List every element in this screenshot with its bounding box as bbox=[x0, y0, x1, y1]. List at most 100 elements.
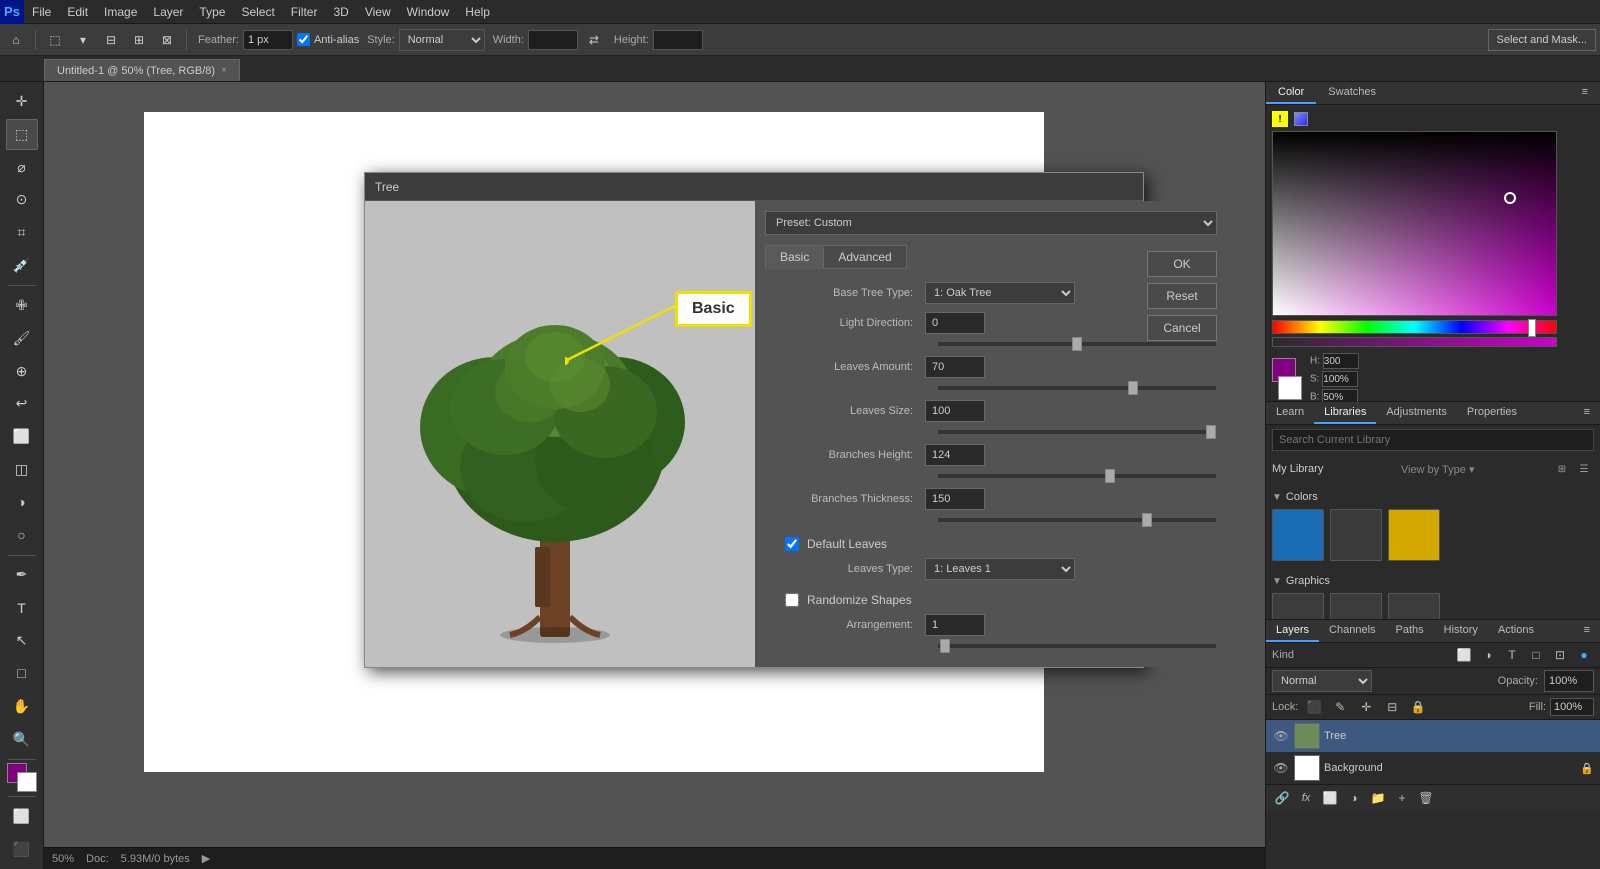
gamut-warning-icon[interactable]: ! bbox=[1272, 111, 1288, 127]
lib-search-input[interactable] bbox=[1272, 429, 1594, 451]
learn-tab[interactable]: Learn bbox=[1266, 402, 1314, 424]
reset-button[interactable]: Reset bbox=[1147, 283, 1217, 309]
stamp-tool[interactable]: ⊕ bbox=[6, 356, 38, 387]
marquee-add-btn[interactable]: ⊞ bbox=[127, 28, 151, 52]
hue-input[interactable] bbox=[1323, 353, 1359, 369]
menu-file[interactable]: File bbox=[24, 0, 59, 23]
libraries-tab[interactable]: Libraries bbox=[1314, 402, 1376, 424]
link-layers-btn[interactable]: 🔗 bbox=[1272, 788, 1292, 808]
fill-input[interactable] bbox=[1550, 698, 1594, 716]
menu-layer[interactable]: Layer bbox=[145, 0, 191, 23]
light-direction-input[interactable] bbox=[925, 312, 985, 334]
zoom-tool[interactable]: 🔍 bbox=[6, 724, 38, 755]
branches-height-slider[interactable] bbox=[937, 473, 1217, 479]
menu-help[interactable]: Help bbox=[457, 0, 498, 23]
color-spectrum[interactable] bbox=[1272, 131, 1557, 316]
lib-graphic-3[interactable] bbox=[1388, 593, 1440, 619]
leaves-type-select[interactable]: 1: Leaves 1 2: Leaves 2 bbox=[925, 558, 1075, 580]
hue-bar[interactable] bbox=[1272, 320, 1557, 334]
lib-graphic-2[interactable] bbox=[1330, 593, 1382, 619]
dialog-tab-basic[interactable]: Basic bbox=[765, 245, 823, 269]
marquee-tool[interactable]: ⬚ bbox=[6, 119, 38, 150]
preset-select[interactable]: Preset: Custom bbox=[765, 211, 1217, 235]
leaves-amount-slider[interactable] bbox=[937, 385, 1217, 391]
menu-type[interactable]: Type bbox=[191, 0, 233, 23]
marquee-option-btn[interactable]: ▾ bbox=[71, 28, 95, 52]
eraser-tool[interactable]: ⬜ bbox=[6, 421, 38, 452]
menu-view[interactable]: View bbox=[357, 0, 399, 23]
history-brush-tool[interactable]: ↩ bbox=[6, 388, 38, 419]
lib-color-gold[interactable] bbox=[1388, 509, 1440, 561]
dialog-title-bar[interactable]: Tree bbox=[365, 173, 1143, 201]
menu-edit[interactable]: Edit bbox=[59, 0, 96, 23]
delete-layer-btn[interactable]: 🗑 bbox=[1416, 788, 1436, 808]
marquee-rect-btn[interactable]: ⬚ bbox=[43, 28, 67, 52]
menu-3d[interactable]: 3D bbox=[325, 0, 356, 23]
lib-color-blue[interactable] bbox=[1272, 509, 1324, 561]
new-adjustment-btn[interactable]: ◑ bbox=[1344, 788, 1364, 808]
opacity-input[interactable] bbox=[1544, 670, 1594, 692]
cancel-button[interactable]: Cancel bbox=[1147, 315, 1217, 341]
gradient-tool[interactable]: ◫ bbox=[6, 454, 38, 485]
blend-mode-select[interactable]: Normal Multiply Screen Overlay bbox=[1272, 670, 1372, 692]
channels-tab[interactable]: Channels bbox=[1319, 620, 1385, 642]
new-layer-btn[interactable]: + bbox=[1392, 788, 1412, 808]
properties-tab[interactable]: Properties bbox=[1457, 402, 1527, 424]
pen-tool[interactable]: ✒ bbox=[6, 560, 38, 591]
new-group-btn[interactable]: 📁 bbox=[1368, 788, 1388, 808]
menu-filter[interactable]: Filter bbox=[283, 0, 326, 23]
layers-menu-btn[interactable]: ≡ bbox=[1574, 620, 1600, 642]
grid-view-btn[interactable]: ⊞ bbox=[1552, 459, 1572, 479]
text-tool[interactable]: T bbox=[6, 592, 38, 623]
lib-graphic-1[interactable] bbox=[1272, 593, 1324, 619]
default-leaves-checkbox[interactable] bbox=[785, 537, 799, 551]
crop-tool[interactable]: ⌗ bbox=[6, 217, 38, 248]
lib-color-dark[interactable] bbox=[1330, 509, 1382, 561]
feather-input[interactable] bbox=[243, 30, 293, 50]
antialias-checkbox[interactable] bbox=[297, 33, 310, 46]
alpha-bar[interactable] bbox=[1272, 337, 1557, 347]
leaves-amount-input[interactable] bbox=[925, 356, 985, 378]
height-input[interactable] bbox=[653, 30, 703, 50]
shape-tool[interactable]: □ bbox=[6, 658, 38, 689]
brush-tool[interactable]: 🖌 bbox=[6, 323, 38, 354]
healing-tool[interactable]: ✙ bbox=[6, 290, 38, 321]
document-tab[interactable]: Untitled-1 @ 50% (Tree, RGB/8) × bbox=[44, 59, 240, 81]
branches-thickness-input[interactable] bbox=[925, 488, 985, 510]
branches-thickness-slider[interactable] bbox=[937, 517, 1217, 523]
lock-image-btn[interactable]: ✎ bbox=[1330, 697, 1350, 717]
filter-pixel-btn[interactable]: ⬜ bbox=[1454, 645, 1474, 665]
quick-select-tool[interactable]: ⊙ bbox=[6, 184, 38, 215]
colors-arrow[interactable]: ▼ bbox=[1272, 492, 1282, 503]
spectrum-selector[interactable] bbox=[1504, 192, 1516, 204]
lock-position-btn[interactable]: ✛ bbox=[1356, 697, 1376, 717]
filter-adjust-btn[interactable]: ◑ bbox=[1478, 645, 1498, 665]
lib-menu-btn[interactable]: ≡ bbox=[1574, 402, 1600, 424]
dodge-tool[interactable]: ○ bbox=[6, 520, 38, 551]
filter-smart-btn[interactable]: ⊡ bbox=[1550, 645, 1570, 665]
marquee-sub-btn[interactable]: ⊟ bbox=[99, 28, 123, 52]
randomize-shapes-checkbox[interactable] bbox=[785, 593, 799, 607]
leaves-size-slider[interactable] bbox=[937, 429, 1217, 435]
screen-mode-btn[interactable]: ⬛ bbox=[6, 834, 38, 865]
paths-tab[interactable]: Paths bbox=[1386, 620, 1434, 642]
quick-mask-btn[interactable]: ⬜ bbox=[6, 801, 38, 832]
ok-button[interactable]: OK bbox=[1147, 251, 1217, 277]
eyedropper-tool[interactable]: 💉 bbox=[6, 250, 38, 281]
width-input[interactable] bbox=[528, 30, 578, 50]
lasso-tool[interactable]: ⌀ bbox=[6, 152, 38, 183]
filter-type-btn[interactable]: T bbox=[1502, 645, 1522, 665]
branches-height-input[interactable] bbox=[925, 444, 985, 466]
add-mask-btn[interactable]: ⬜ bbox=[1320, 788, 1340, 808]
filter-active-btn[interactable]: ● bbox=[1574, 645, 1594, 665]
layers-tab[interactable]: Layers bbox=[1266, 620, 1319, 642]
hand-tool[interactable]: ✋ bbox=[6, 691, 38, 722]
sat-input[interactable] bbox=[1322, 371, 1358, 387]
style-select[interactable]: Normal Fixed Ratio Fixed Size bbox=[399, 29, 485, 51]
hue-indicator[interactable] bbox=[1528, 319, 1536, 337]
list-view-btn[interactable]: ☰ bbox=[1574, 459, 1594, 479]
marquee-inter-btn[interactable]: ⊠ bbox=[155, 28, 179, 52]
light-direction-slider[interactable] bbox=[937, 341, 1217, 347]
menu-select[interactable]: Select bbox=[233, 0, 282, 23]
panel-menu-btn[interactable]: ≡ bbox=[1570, 82, 1600, 104]
